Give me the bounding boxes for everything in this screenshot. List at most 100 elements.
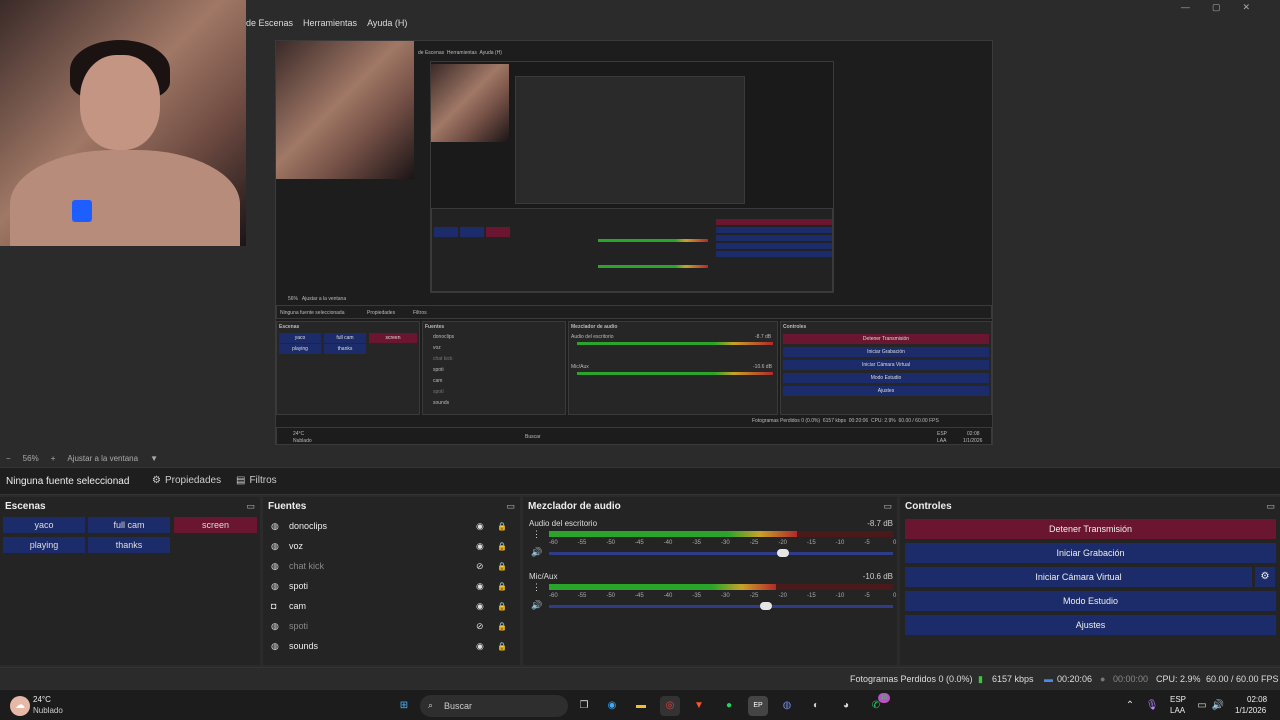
start-virtual-camera-button[interactable]: Iniciar Cámara Virtual [905,567,1252,587]
speaker-icon[interactable]: 🔊 [531,600,542,611]
taskbar-search[interactable]: ⌕ Buscar [420,695,568,717]
meter-scale: -60 -55 -50 -45 -40 -35 -30 -25 -20 -15 -10 -5 0 [549,540,896,548]
eye-icon[interactable]: ◉ [476,521,484,532]
more-icon[interactable]: ⋮ [532,582,541,593]
source-row[interactable]: ◍ spoti ⊘ 🔒 [271,616,520,636]
zoom-fit-label[interactable]: Ajustar a la ventana [67,454,138,463]
chrome-icon[interactable]: ◎ [660,696,680,716]
volume-slider[interactable] [549,602,893,610]
eye-icon[interactable]: ◉ [476,541,484,552]
lock-icon[interactable]: 🔒 [497,562,507,571]
dropped-frames: Fotogramas Perdidos 0 (0.0%) [850,674,973,684]
tick-label: -15 [807,593,816,599]
eye-icon[interactable]: ◉ [476,601,484,612]
cpu-usage: CPU: 2.9% [1156,674,1201,684]
source-row[interactable]: ◍ sounds ◉ 🔒 [271,636,520,656]
preview-status: Fotogramas Perdidos 0 (0.0%) 6157 kbps 0… [752,418,939,424]
language-indicator[interactable]: ESP [1170,695,1186,704]
record-time: 00:00:00 [1113,674,1149,684]
tick-label: -60 [549,593,558,599]
record-icon: ● [1100,674,1106,684]
mixer-dock: Mezclador de audio ▭ Audio del escritori… [523,497,897,665]
close-button[interactable]: ✕ [1242,2,1250,13]
minimize-button[interactable]: — [1181,2,1190,13]
scene-yaco[interactable]: yaco [3,517,85,533]
edge-icon[interactable]: ◉ [602,696,622,716]
start-recording-button[interactable]: Iniciar Grabación [905,543,1276,563]
volume-icon[interactable]: 🔊 [1208,696,1228,716]
tick-label: -60 [549,540,558,546]
tick-label: -35 [692,540,701,546]
settings-button[interactable]: Ajustes [905,615,1276,635]
windows-start-icon[interactable]: ⊞ [394,696,414,716]
steam-icon[interactable]: ◐ [806,696,826,716]
eye-icon[interactable]: ◉ [476,641,484,652]
dock-menu-icon[interactable]: ▭ [246,501,255,512]
discord-icon[interactable]: ◍ [777,696,797,716]
mixer-channels: Audio del escritorio -8.7 dB ⋮ 🔊 -60 -55 -50 -4… [523,519,897,659]
source-row[interactable]: ◘ cam ◉ 🔒 [271,596,520,616]
obs-icon[interactable]: ◕ [836,696,856,716]
lock-icon[interactable]: 🔒 [497,602,507,611]
task-view-icon[interactable]: ❐ [574,696,594,716]
scene-playing[interactable]: playing [3,537,85,553]
zoom-dropdown-icon[interactable]: ▼ [150,454,158,463]
volume-handle[interactable] [759,602,772,610]
menu-scenes[interactable]: de Escenas [246,18,293,28]
scenes-dock: Escenas ▭ yaco full cam screen playing t… [0,497,260,665]
fps: 60.00 / 60.00 FPS [1206,674,1279,684]
source-row[interactable]: ◍ voz ◉ 🔒 [271,536,520,556]
source-row[interactable]: ◍ chat kick ⊘ 🔒 [271,556,520,576]
clock-date[interactable]: 1/1/2026 [1235,706,1266,715]
volume-handle[interactable] [776,549,789,557]
source-row[interactable]: ◍ spoti ◉ 🔒 [271,576,520,596]
source-row[interactable]: ◍ donoclips ◉ 🔒 [271,516,520,536]
tick-label: -20 [778,593,787,599]
whatsapp-icon[interactable]: ✆ 10 [866,693,890,716]
tick-label: -10 [835,593,845,599]
weather-icon[interactable]: ☁ [10,696,30,716]
menu-help[interactable]: Ayuda (H) [367,18,407,28]
maximize-button[interactable]: ▢ [1212,2,1221,13]
filters-button[interactable]: ▤ Filtros [236,475,277,486]
weather-temp[interactable]: 24°C [33,695,51,704]
lock-icon[interactable]: 🔒 [497,642,507,651]
clock-time[interactable]: 02:08 [1247,695,1267,704]
lock-icon[interactable]: 🔒 [497,542,507,551]
zoom-out-button[interactable]: − [6,454,11,463]
virtual-camera-settings-icon[interactable]: ⚙ [1255,567,1275,587]
keyboard-layout[interactable]: LAA [1170,706,1185,715]
lock-icon[interactable]: 🔒 [497,622,507,631]
epic-games-icon[interactable]: EP [748,696,768,716]
dock-menu-icon[interactable]: ▭ [506,501,515,512]
eye-hidden-icon[interactable]: ⊘ [476,561,484,572]
scene-full-cam[interactable]: full cam [88,517,170,533]
tick-label: -5 [864,540,870,546]
stop-streaming-button[interactable]: Detener Transmisión [905,519,1276,539]
preview-canvas[interactable]: de Escenas Herramientas Ayuda (H) 56% Aj… [275,40,993,445]
menu-tools[interactable]: Herramientas [303,18,357,28]
volume-slider[interactable] [549,549,893,557]
chevron-up-icon[interactable]: ⌃ [1120,696,1140,716]
speaker-icon[interactable]: 🔊 [531,547,542,558]
zoom-in-button[interactable]: + [51,454,56,463]
spotify-icon[interactable]: ● [719,696,739,716]
more-icon[interactable]: ⋮ [532,529,541,540]
studio-mode-button[interactable]: Modo Estudio [905,591,1276,611]
dock-menu-icon[interactable]: ▭ [1266,501,1275,512]
properties-button[interactable]: ⚙ Propiedades [152,475,221,486]
brave-icon[interactable]: ▼ [689,696,709,716]
globe-icon: ◍ [271,640,279,651]
lock-icon[interactable]: 🔒 [497,582,507,591]
file-explorer-icon[interactable]: ▬ [631,696,651,716]
lock-icon[interactable]: 🔒 [497,522,507,531]
sources-list: ◍ donoclips ◉ 🔒 ◍ voz ◉ 🔒 ◍ chat kick ⊘ 🔒 ◍ spoti ◉ 🔒 ◘ c… [263,515,520,665]
scene-screen[interactable]: screen [174,517,257,533]
sources-title: Fuentes [268,501,307,512]
dock-menu-icon[interactable]: ▭ [883,501,892,512]
eye-hidden-icon[interactable]: ⊘ [476,621,484,632]
microphone-icon[interactable]: 🎙 [1142,696,1162,716]
scene-thanks[interactable]: thanks [88,537,170,553]
eye-icon[interactable]: ◉ [476,581,484,592]
weather-desc[interactable]: Nublado [33,706,63,715]
